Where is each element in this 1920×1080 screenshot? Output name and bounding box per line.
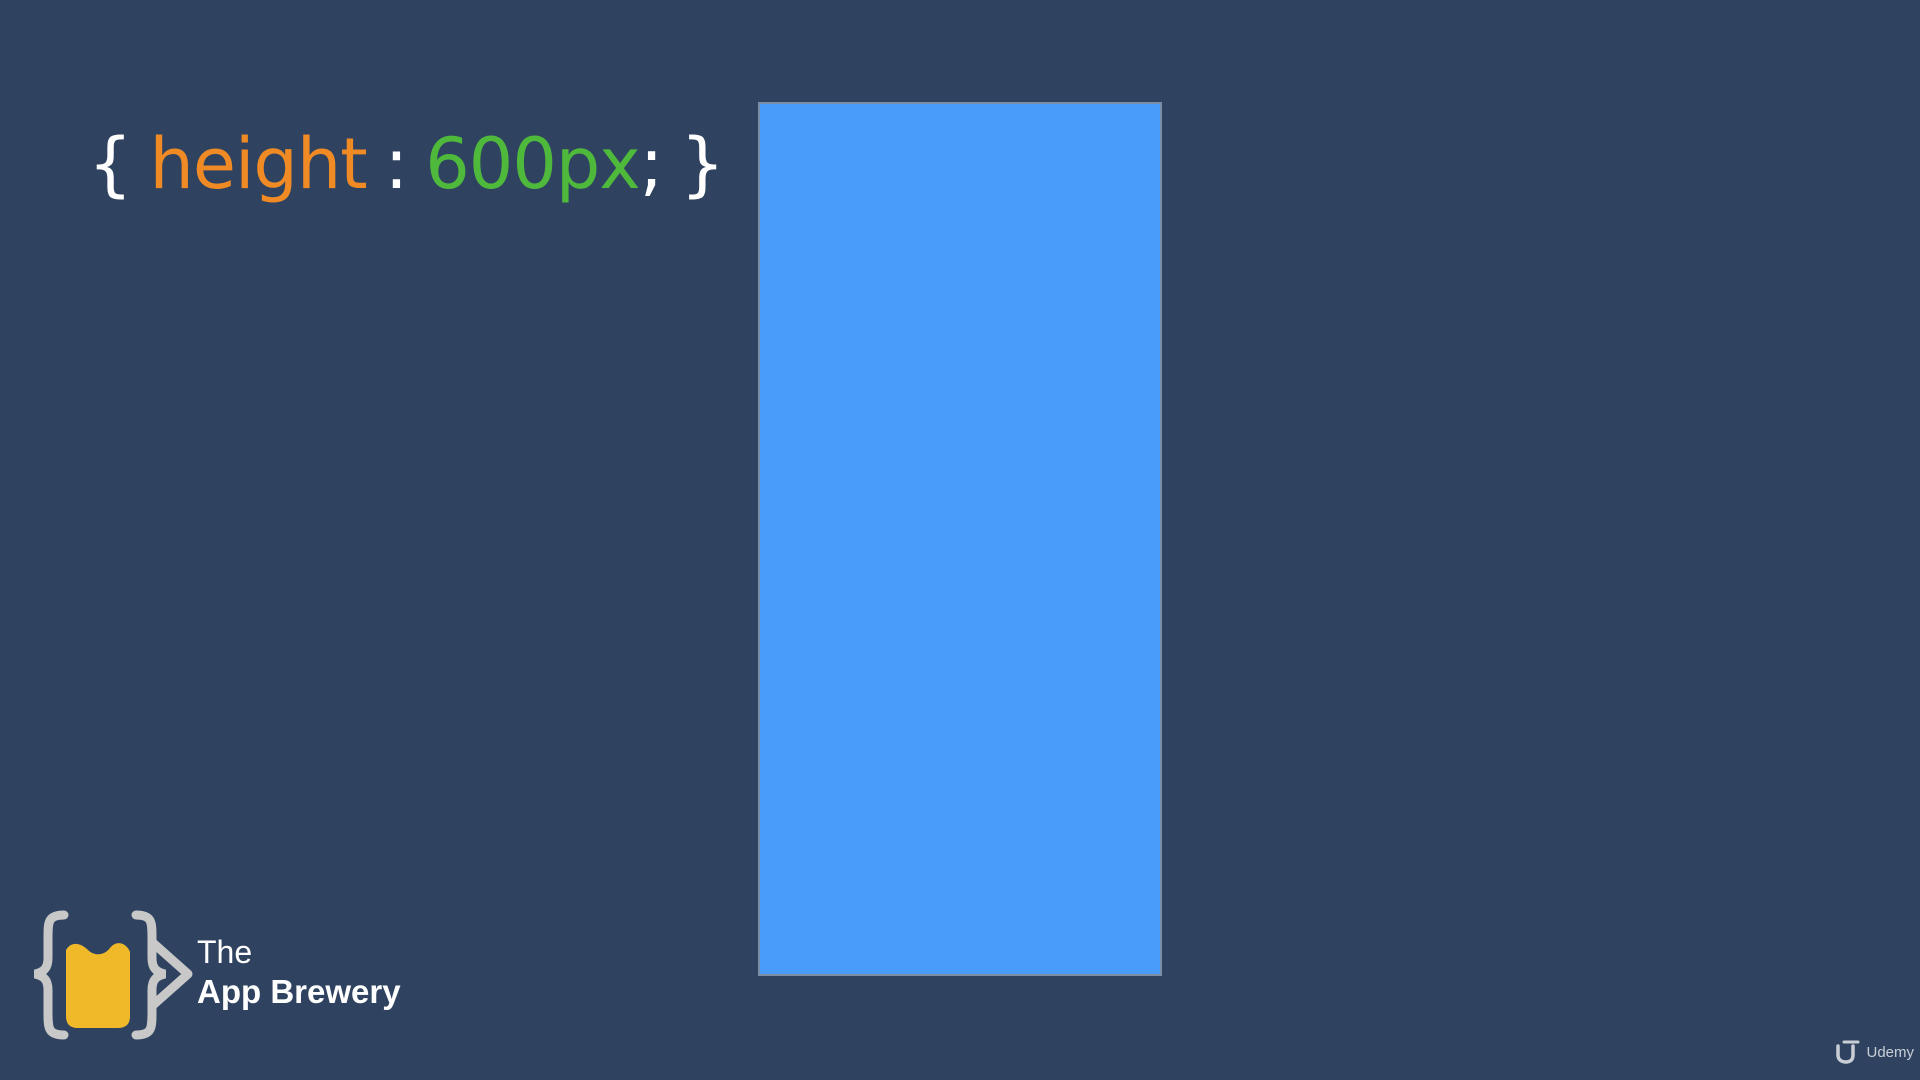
semicolon: ; [639,123,664,205]
open-brace: { [88,123,133,205]
udemy-watermark: Udemy [1834,1038,1914,1066]
app-brewery-logo-icon [33,910,193,1040]
css-declaration: {height:600px;} [88,122,725,206]
close-brace: } [680,123,725,205]
udemy-u-icon [1836,1040,1860,1064]
css-value: 600px [425,123,640,205]
css-property: height [149,123,368,205]
colon: : [384,123,409,205]
logo-text-brand: App Brewery [197,973,401,1010]
udemy-label: Udemy [1866,1043,1914,1061]
height-demo-box [758,102,1162,976]
app-brewery-logo: The App Brewery [30,910,430,1040]
logo-text-the: The [197,934,253,970]
